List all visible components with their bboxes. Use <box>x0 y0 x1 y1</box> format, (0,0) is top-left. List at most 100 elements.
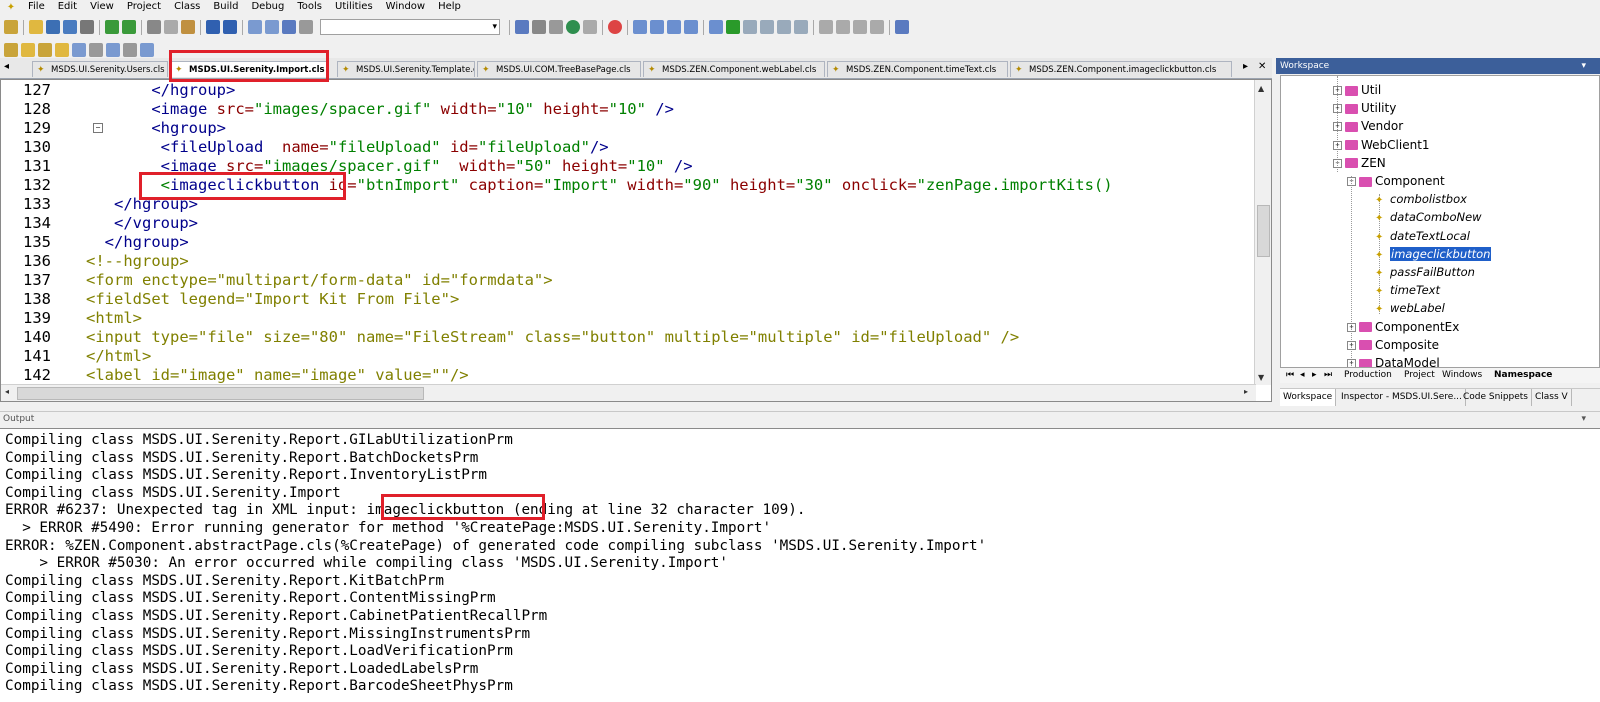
build-icon[interactable] <box>532 20 546 34</box>
step-out-icon[interactable] <box>794 20 808 34</box>
copy-icon[interactable] <box>164 20 178 34</box>
scroll-up-icon[interactable]: ▲ <box>1258 84 1264 93</box>
first-icon[interactable]: ⏮ <box>1286 368 1294 383</box>
run-icon[interactable] <box>726 20 740 34</box>
indent-icon[interactable] <box>819 20 833 34</box>
print-icon[interactable] <box>80 20 94 34</box>
bookmark-next-icon[interactable] <box>650 20 664 34</box>
tab-scroll-left-icon[interactable]: ◂ <box>4 61 9 72</box>
view-toggle-2-icon[interactable] <box>265 20 279 34</box>
workspace-tab[interactable]: Namespace <box>1494 368 1552 383</box>
menu-project[interactable]: Project <box>121 1 168 12</box>
editor-tab[interactable]: ✦ MSDS.ZEN.Component.webLabel.cls <box>643 61 825 77</box>
menu-help[interactable]: Help <box>432 1 468 12</box>
forward-icon[interactable] <box>122 20 136 34</box>
tree-node[interactable]: ✦ timeText <box>1375 281 1440 299</box>
namespace-combo[interactable] <box>320 19 500 35</box>
namespace-tree[interactable]: + Util + Utility + Vendor + WebClient1− ZEN − Comp… <box>1280 75 1600 368</box>
back-icon[interactable] <box>105 20 119 34</box>
tree-node[interactable]: ✦ imageclickbutton <box>1375 245 1492 263</box>
class-wizard-icon[interactable] <box>4 43 18 57</box>
output-pane[interactable]: Compiling class MSDS.UI.Serenity.Report.… <box>0 428 1600 702</box>
collapse-icon[interactable]: − <box>1333 158 1342 168</box>
save-all-icon[interactable] <box>63 20 77 34</box>
expand-icon[interactable]: + <box>1333 140 1342 150</box>
tree-node[interactable]: − Component <box>1347 172 1445 190</box>
tree-node[interactable]: + WebClient1 <box>1333 136 1430 154</box>
scroll-down-icon[interactable]: ▼ <box>1258 373 1264 382</box>
tree-node[interactable]: + Utility <box>1333 99 1396 117</box>
tree-node[interactable]: − ZEN <box>1333 154 1386 172</box>
expand-icon[interactable]: + <box>1333 104 1342 114</box>
menu-window[interactable]: Window <box>380 1 432 12</box>
scroll-right-icon[interactable]: ▸ <box>1244 387 1248 396</box>
editor-tab[interactable]: ✦ MSDS.ZEN.Component.timeText.cls <box>827 61 1008 77</box>
step-over-icon[interactable] <box>760 20 774 34</box>
query-icon[interactable] <box>72 43 86 57</box>
editor-vscroll-thumb[interactable] <box>1257 205 1270 257</box>
tree-node[interactable]: + Vendor <box>1333 117 1403 135</box>
view-toggle-icon[interactable] <box>248 20 262 34</box>
stop-icon[interactable] <box>608 20 622 34</box>
save-icon[interactable] <box>46 20 60 34</box>
method-icon[interactable] <box>38 43 52 57</box>
view-toggle-3-icon[interactable] <box>282 20 296 34</box>
menu-file[interactable]: File <box>22 1 52 12</box>
menu-class[interactable]: Class <box>168 1 207 12</box>
output-pin-icon[interactable]: ▾ <box>1581 412 1586 426</box>
xdata-icon[interactable] <box>106 43 120 57</box>
index-icon[interactable] <box>55 43 69 57</box>
debug-icon[interactable] <box>709 20 723 34</box>
wizard-icon[interactable] <box>895 20 909 34</box>
editor-tab[interactable]: ✦ MSDS.UI.Serenity.Users.cls <box>32 61 168 77</box>
new-icon[interactable] <box>4 20 18 34</box>
step-icon[interactable] <box>743 20 757 34</box>
menu-edit[interactable]: Edit <box>52 1 84 12</box>
next-icon[interactable]: ▸ <box>1312 368 1317 383</box>
menu-tools[interactable]: Tools <box>291 1 329 12</box>
editor-tab[interactable]: ✦ MSDS.UI.Serenity.Template.cls <box>337 61 475 77</box>
tree-node[interactable]: + Util <box>1333 81 1381 99</box>
tab-close-icon[interactable]: ✕ <box>1258 61 1266 72</box>
paste-icon[interactable] <box>181 20 195 34</box>
scroll-left-icon[interactable]: ◂ <box>5 387 9 396</box>
expand-icon[interactable]: + <box>1333 122 1342 132</box>
code-editor[interactable]: 127 </hgroup> 128 <image src="images/spac… <box>0 79 1272 402</box>
panel-tab[interactable]: Workspace <box>1280 389 1337 406</box>
tree-node[interactable]: + Composite <box>1347 336 1439 354</box>
redo-icon[interactable] <box>223 20 237 34</box>
bookmark-prev-icon[interactable] <box>667 20 681 34</box>
expand-icon[interactable]: + <box>1347 322 1356 332</box>
expand-icon[interactable]: + <box>1333 86 1342 95</box>
trigger-icon[interactable] <box>89 43 103 57</box>
workspace-tab[interactable]: Production <box>1344 368 1392 383</box>
storage-icon[interactable] <box>123 43 137 57</box>
doc-icon[interactable] <box>583 20 597 34</box>
tree-node[interactable]: + ComponentEx <box>1347 318 1459 336</box>
prev-icon[interactable]: ◂ <box>1300 368 1305 383</box>
editor-vertical-scrollbar[interactable]: ▲ ▼ <box>1254 80 1271 385</box>
globe-icon[interactable] <box>566 20 580 34</box>
expand-icon[interactable]: + <box>1347 340 1356 350</box>
workspace-tab[interactable]: Project <box>1404 368 1435 383</box>
panel-tab[interactable]: Inspector - MSDS.UI.Sere... <box>1338 389 1466 406</box>
editor-tab[interactable]: ✦ MSDS.UI.COM.TreeBasePage.cls <box>477 61 641 77</box>
uncomment-icon[interactable] <box>870 20 884 34</box>
editor-hscroll-thumb[interactable] <box>17 387 424 400</box>
tab-scroll-right-icon[interactable]: ▸ <box>1243 61 1248 72</box>
cut-icon[interactable] <box>147 20 161 34</box>
panel-tab[interactable]: Class V <box>1532 389 1572 406</box>
menu-view[interactable]: View <box>84 1 121 12</box>
bookmark-icon[interactable] <box>633 20 647 34</box>
bookmark-clear-icon[interactable] <box>684 20 698 34</box>
window-icon[interactable] <box>299 20 313 34</box>
tree-node[interactable]: ✦ webLabel <box>1375 299 1445 317</box>
projection-icon[interactable] <box>140 43 154 57</box>
menu-build[interactable]: Build <box>207 1 245 12</box>
tree-node[interactable]: ✦ dataComboNew <box>1375 208 1482 226</box>
pause-icon[interactable] <box>777 20 791 34</box>
menu-utilities[interactable]: Utilities <box>329 1 380 12</box>
pin-icon[interactable]: ▾ <box>1581 58 1586 74</box>
tree-node[interactable]: ✦ combolistbox <box>1375 190 1467 208</box>
last-icon[interactable]: ⏭ <box>1324 368 1332 383</box>
